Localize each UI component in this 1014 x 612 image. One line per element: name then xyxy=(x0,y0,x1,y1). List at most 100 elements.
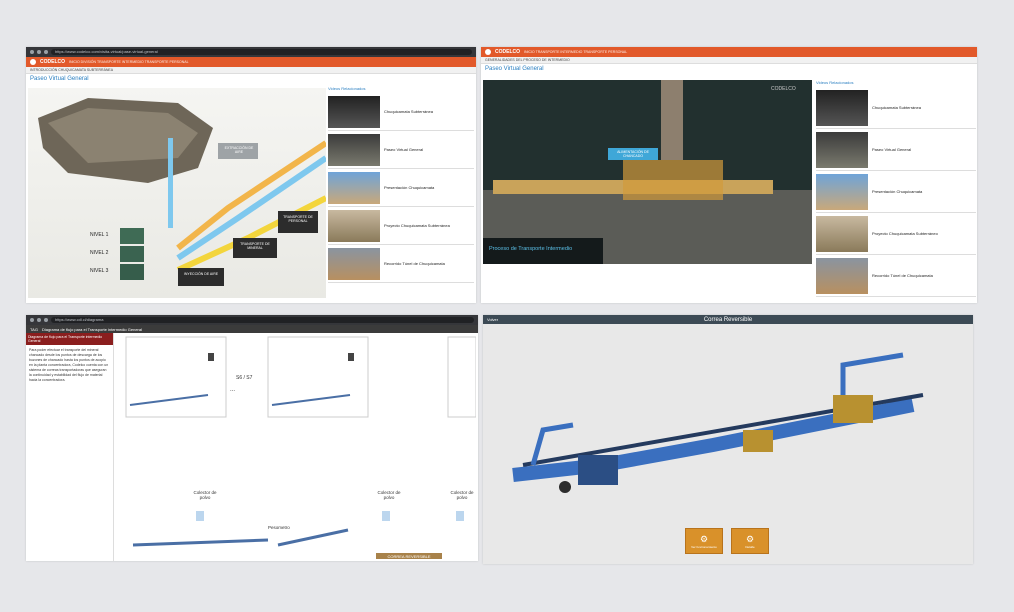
level-3-block xyxy=(120,264,144,280)
video-title[interactable]: Recorrido Túnel de Chuquicamata xyxy=(384,261,445,266)
site-header: CODELCO INICIO TRANSPORTE INTERMEDIO TRA… xyxy=(481,47,977,57)
breadcrumb[interactable]: GENERALIDADES DEL PROCESO DE INTERMEDIO xyxy=(481,57,977,64)
head-station xyxy=(833,395,873,423)
detalle-button[interactable]: ⚙ Detalle xyxy=(731,528,769,554)
video-caption: Proceso de Transporte Intermedio xyxy=(489,246,573,252)
related-videos: Videos Relacionados Chuquicamata Subterr… xyxy=(328,86,474,283)
header-tab[interactable]: TAG xyxy=(30,327,38,332)
level-1-block xyxy=(120,228,144,244)
video-thumbnail[interactable] xyxy=(816,173,868,210)
reload-icon[interactable] xyxy=(44,318,48,322)
forward-icon[interactable] xyxy=(37,318,41,322)
extraction-label: EXTRACCIÓN DE AIRE xyxy=(224,146,254,154)
video-title[interactable]: Presentación Chuquicamata xyxy=(384,185,434,190)
site-header: CODELCO INICIO DIVISIÓN TRANSPORTE INTER… xyxy=(26,57,476,67)
breadcrumb[interactable]: INTRODUCCIÓN CHUQUICAMATA SUBTERRÁNEA xyxy=(26,67,476,74)
sidebar-description: Para poder efectuar el transporte del mi… xyxy=(29,348,109,382)
video-title[interactable]: Proyecto Chuquicamata Subterránea xyxy=(384,223,450,228)
dust-duct-head xyxy=(840,352,904,395)
site-nav[interactable]: INICIO TRANSPORTE INTERMEDIO TRANSPORTE … xyxy=(524,50,627,54)
video-item[interactable]: Presentación Chuquicamata xyxy=(816,171,976,213)
address-bar[interactable]: https://www.codelco.com/visita-virtual/p… xyxy=(51,49,472,55)
sidebar-title[interactable]: Diagrama de flujo para el Transporte int… xyxy=(26,333,113,345)
page-title: Paseo Virtual General xyxy=(30,76,89,82)
video-thumbnail[interactable] xyxy=(816,131,868,168)
level-3-label: NIVEL 3 xyxy=(90,268,109,274)
description-sidebar: Diagrama de flujo para el Transporte int… xyxy=(26,333,114,561)
button-label: Detalle xyxy=(745,544,755,549)
brand-name: CODELCO xyxy=(40,59,65,65)
video-thumbnail[interactable] xyxy=(816,89,868,126)
mine-diagram-svg xyxy=(38,98,328,286)
conveyor-3d-model xyxy=(512,352,924,493)
video-item[interactable]: Chuquicamata Subterránea xyxy=(816,87,976,129)
crusher-1 xyxy=(208,353,214,361)
video-item[interactable]: Proyecto Chuquicamata Subterránea xyxy=(328,207,474,245)
back-button[interactable]: Volver xyxy=(487,317,498,322)
mineral-label: TRANSPORTE DE MINERAL xyxy=(240,242,270,250)
video-title[interactable]: Chuquicamata Subterránea xyxy=(872,105,921,110)
related-videos-title: Videos Relacionados xyxy=(328,86,366,91)
video-title[interactable]: Proyecto Chuquicamata Subterráneo xyxy=(872,231,938,236)
crusher-2 xyxy=(348,353,354,361)
conveyor-2 xyxy=(271,394,351,406)
screenshot-diagrama-flujo: https://www.cdl.cl/diagrama TAG Diagrama… xyxy=(26,315,478,561)
screenshot-paseo-virtual-general: https://www.codelco.com/visita-virtual/p… xyxy=(26,47,476,303)
video-item[interactable]: Paseo Virtual General xyxy=(816,129,976,171)
personnel-label: TRANSPORTE DE PERSONAL xyxy=(283,215,313,223)
flow-diagram: S6 / S7 ... Colector de polvo Colector d… xyxy=(118,335,477,561)
conveyor-1 xyxy=(129,394,209,406)
settings-icon: ⚙ xyxy=(745,533,755,544)
video-title[interactable]: Presentación Chuquicamata xyxy=(872,189,922,194)
brand-name: CODELCO xyxy=(495,49,520,55)
forward-icon[interactable] xyxy=(37,50,41,54)
video-title[interactable]: Paseo Virtual General xyxy=(872,147,911,152)
air-shaft xyxy=(168,138,173,228)
header-title: Diagrama de flujo para el Transporte int… xyxy=(41,326,142,332)
video-thumbnail[interactable] xyxy=(328,133,380,166)
video-thumbnail[interactable] xyxy=(328,171,380,204)
codelco-logo-icon xyxy=(485,49,491,55)
collector-3-shape xyxy=(456,511,464,521)
back-icon[interactable] xyxy=(30,50,34,54)
video-thumbnail[interactable] xyxy=(816,257,868,294)
site-nav[interactable]: INICIO DIVISIÓN TRANSPORTE INTERMEDIO TR… xyxy=(69,60,189,64)
video-title[interactable]: Chuquicamata Subterránea xyxy=(384,109,433,114)
collector-3-label: Colector de polvo xyxy=(450,490,474,500)
station-box-3 xyxy=(447,336,477,418)
station-box-1 xyxy=(125,336,227,418)
video-item[interactable]: Chuquicamata Subterránea xyxy=(328,93,474,131)
collector-2-label: Colector de polvo xyxy=(377,490,401,500)
feeder-tag: ALIMENTACIÓN DE CHANCADO xyxy=(617,150,649,158)
ver-funcionamiento-button[interactable]: ⚙ Ver funcionamiento xyxy=(685,528,723,554)
back-icon[interactable] xyxy=(30,318,34,322)
video-player[interactable]: ALIMENTACIÓN DE CHANCADO CODELCO Proceso… xyxy=(483,80,812,264)
address-bar[interactable]: https://www.cdl.cl/diagrama xyxy=(51,317,474,323)
tunnel-scene-svg xyxy=(483,80,812,264)
video-item[interactable]: Presentación Chuquicamata xyxy=(328,169,474,207)
video-item[interactable]: Recorrido Túnel de Chuquicamata xyxy=(816,255,976,297)
reload-icon[interactable] xyxy=(44,50,48,54)
level-1-label: NIVEL 1 xyxy=(90,232,109,238)
video-thumbnail[interactable] xyxy=(328,209,380,242)
correa-label: CORREA REVERSIBLE xyxy=(387,554,431,559)
video-item[interactable]: Recorrido Túnel de Chuquicamata xyxy=(328,245,474,283)
gears-icon: ⚙ xyxy=(699,533,709,544)
injection-label: INYECCIÓN DE AIRE xyxy=(183,272,219,276)
feeder-structure xyxy=(623,160,723,200)
video-thumbnail[interactable] xyxy=(328,247,380,280)
button-label: Ver funcionamiento xyxy=(691,544,717,549)
video-item[interactable]: Paseo Virtual General xyxy=(328,131,474,169)
collector-1-label: Colector de polvo xyxy=(193,490,217,500)
video-title[interactable]: Paseo Virtual General xyxy=(384,147,423,152)
video-thumbnail[interactable] xyxy=(328,95,380,128)
s6-s7-label: S6 / S7 xyxy=(236,375,253,381)
video-thumbnail[interactable] xyxy=(816,215,868,252)
video-item[interactable]: Proyecto Chuquicamata Subterráneo xyxy=(816,213,976,255)
tail-station xyxy=(578,455,618,485)
related-videos: Videos Relacionados Chuquicamata Subterr… xyxy=(816,80,976,297)
mine-diagram: EXTRACCIÓN DE AIRE TRANSPORTE DE PERSONA… xyxy=(28,88,328,298)
screenshot-correa-reversible: Volver Correa Reversible ⚙ Ver funcionam… xyxy=(483,315,973,564)
browser-toolbar: https://www.cdl.cl/diagrama xyxy=(26,315,478,325)
video-title[interactable]: Recorrido Túnel de Chuquicamata xyxy=(872,273,933,278)
